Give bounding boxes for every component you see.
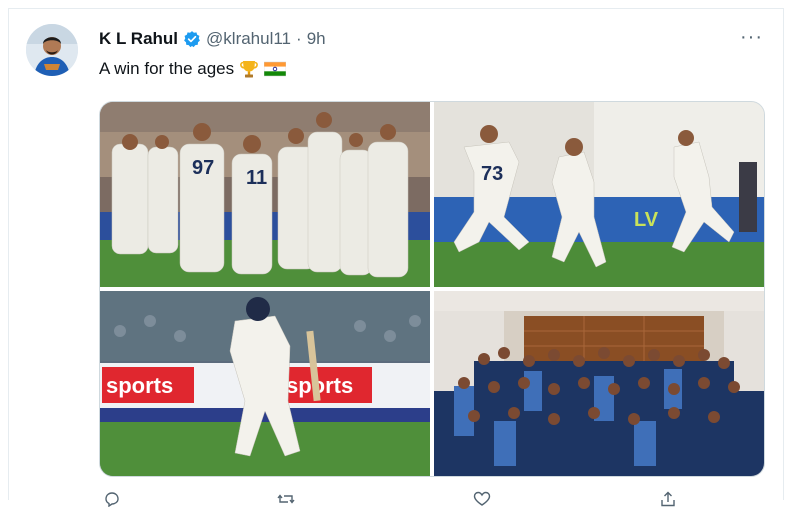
author-name[interactable]: K L Rahul <box>99 29 178 49</box>
svg-text:LV: LV <box>634 209 659 231</box>
jersey-number-97: 97 <box>192 157 214 179</box>
more-options-icon[interactable]: ··· <box>740 27 763 47</box>
photo-dressing-room-group[interactable] <box>434 291 764 476</box>
like-icon[interactable] <box>473 491 491 507</box>
india-flag-icon <box>263 59 287 79</box>
verified-badge-icon <box>183 30 201 48</box>
trophy-icon <box>238 59 260 79</box>
photo-players-running[interactable]: LV 73 <box>434 102 764 287</box>
avatar[interactable] <box>26 24 78 76</box>
jersey-number-73: 73 <box>481 163 503 185</box>
photo-batsman-walking[interactable]: sports sports <box>100 291 430 476</box>
tweet[interactable]: K L Rahul @klrahul11 · 9h ··· A win for … <box>23 17 771 508</box>
reply-icon[interactable] <box>103 491 121 508</box>
tweet-body: A win for the ages <box>99 59 235 78</box>
photo-team-celebration[interactable]: 97 11 <box>100 102 430 287</box>
retweet-icon[interactable] <box>277 491 295 507</box>
sky-sports-board: sports <box>106 373 173 398</box>
timestamp[interactable]: 9h <box>307 29 326 49</box>
author-handle[interactable]: @klrahul11 <box>206 29 291 49</box>
tweet-card[interactable]: K L Rahul @klrahul11 · 9h ··· A win for … <box>8 8 784 508</box>
jersey-number-11: 11 <box>246 167 267 189</box>
share-icon[interactable] <box>659 491 677 507</box>
tweet-header: K L Rahul @klrahul11 · 9h <box>99 29 326 49</box>
tweet-text: A win for the ages <box>99 57 287 81</box>
separator-dot: · <box>296 29 302 48</box>
tweet-actions <box>99 491 699 511</box>
media-grid: 97 11 LV 73 sports sports <box>99 101 765 477</box>
